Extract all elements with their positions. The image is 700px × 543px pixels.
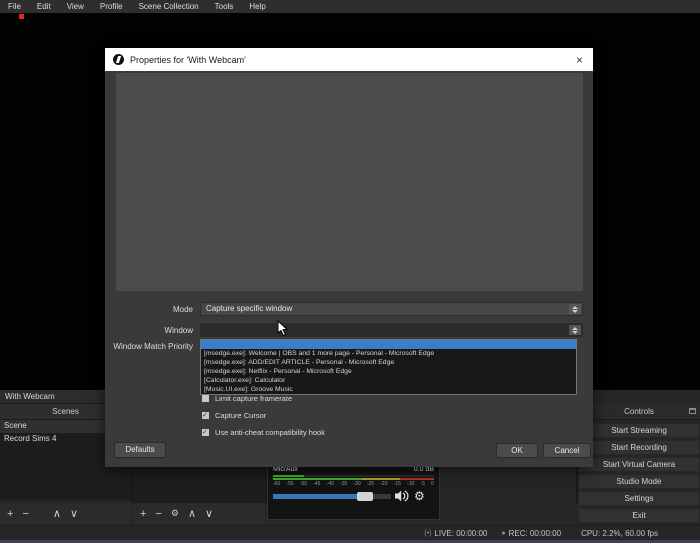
meter-yellow	[362, 478, 401, 480]
rec-dot-icon: ●	[501, 530, 505, 537]
add-scene-icon[interactable]: +	[7, 508, 13, 520]
window-option[interactable]: [msedge.exe]: Netflix - Personal - Micro…	[201, 367, 576, 376]
dock-options-icon[interactable]	[689, 408, 696, 414]
speaker-icon[interactable]	[395, 490, 409, 502]
meter-tick-labels: -60-55 -50-45 -40-35 -30-25 -20-15 -10-5…	[273, 481, 434, 487]
move-scene-down-icon[interactable]: ∨	[70, 507, 78, 520]
move-source-up-icon[interactable]: ∧	[188, 507, 196, 520]
anti-cheat-label: Use anti-cheat compatibility hook	[215, 428, 325, 437]
dialog-title-bar[interactable]: Properties for 'With Webcam' ×	[105, 48, 593, 71]
meter-red	[400, 478, 434, 480]
mixer-level-db: 0.0 dB	[414, 466, 434, 473]
scenes-toolbar: + − ∧ ∨	[0, 503, 131, 524]
menu-profile[interactable]: Profile	[92, 2, 131, 11]
volume-meter-scale	[273, 478, 434, 480]
menu-scene-collection[interactable]: Scene Collection	[131, 2, 207, 11]
mouse-cursor	[277, 320, 289, 337]
status-bar: (•) LIVE: 00:00:00 ● REC: 00:00:00 CPU: …	[0, 525, 700, 540]
cancel-button[interactable]: Cancel	[543, 443, 591, 458]
spinner-arrows-icon[interactable]	[569, 325, 581, 335]
start-streaming-button[interactable]: Start Streaming	[578, 423, 700, 438]
obs-main-window: File Edit View Profile Scene Collection …	[0, 0, 700, 543]
meter-green	[273, 478, 362, 480]
controls-dock-header: Controls	[578, 404, 700, 420]
menu-bar: File Edit View Profile Scene Collection …	[0, 0, 700, 13]
menu-help[interactable]: Help	[241, 2, 273, 11]
mode-value: Capture specific window	[206, 304, 292, 313]
live-timer: LIVE: 00:00:00	[434, 529, 487, 538]
window-label: Window	[105, 326, 193, 335]
start-virtual-camera-button[interactable]: Start Virtual Camera	[578, 457, 700, 472]
anti-cheat-checkbox[interactable]	[202, 429, 209, 436]
capture-cursor-checkbox[interactable]	[202, 412, 209, 419]
add-source-icon[interactable]: +	[140, 508, 146, 520]
properties-dialog: Properties for 'With Webcam' × Mode Capt…	[105, 48, 593, 467]
menu-edit[interactable]: Edit	[29, 2, 59, 11]
window-match-priority-label: Window Match Priority	[105, 342, 193, 351]
window-option[interactable]	[201, 340, 576, 349]
menu-view[interactable]: View	[59, 2, 92, 11]
volume-slider-fill	[273, 494, 361, 499]
volume-slider-row: ⚙	[273, 490, 434, 502]
exit-button[interactable]: Exit	[578, 508, 700, 523]
ok-button[interactable]: OK	[496, 443, 538, 458]
mixer-settings-gear-icon[interactable]: ⚙	[414, 491, 425, 501]
remove-source-icon[interactable]: −	[155, 508, 161, 520]
sources-list	[133, 467, 265, 503]
spinner-arrows-icon[interactable]	[569, 304, 581, 314]
anti-cheat-checkbox-row: Use anti-cheat compatibility hook	[202, 427, 325, 437]
volume-slider[interactable]	[273, 494, 391, 499]
window-dropdown-list: [msedge.exe]: Welcome | OBS and 1 more p…	[200, 339, 577, 395]
capture-preview-area	[116, 73, 583, 291]
window-option[interactable]: [Music.UI.exe]: Groove Music	[201, 385, 576, 394]
controls-header-label: Controls	[624, 407, 654, 416]
audio-mixer-mic-aux: Mic/Aux 0.0 dB -60-55 -50-45 -40-35 -30-…	[267, 462, 440, 520]
close-icon[interactable]: ×	[574, 53, 585, 67]
studio-mode-button[interactable]: Studio Mode	[578, 474, 700, 489]
meter-fill	[273, 475, 304, 477]
window-option[interactable]: [Calculator.exe]: Calculator	[201, 376, 576, 385]
mode-label: Mode	[105, 305, 193, 314]
volume-slider-handle[interactable]	[357, 492, 373, 501]
sources-toolbar: + − ⚙ ∧ ∨	[133, 503, 265, 524]
mode-select[interactable]: Capture specific window	[200, 302, 583, 316]
volume-meter-top	[273, 475, 434, 477]
defaults-button[interactable]: Defaults	[114, 442, 166, 458]
move-scene-up-icon[interactable]: ∧	[53, 507, 61, 520]
start-recording-button[interactable]: Start Recording	[578, 440, 700, 455]
obs-logo-icon	[113, 54, 124, 65]
capture-cursor-checkbox-row: Capture Cursor	[202, 410, 266, 420]
mixer-source-name: Mic/Aux	[273, 466, 298, 473]
mixer-header: Mic/Aux 0.0 dB	[273, 466, 434, 473]
source-properties-gear-icon[interactable]: ⚙	[171, 508, 179, 519]
move-source-down-icon[interactable]: ∨	[205, 507, 213, 520]
dialog-title: Properties for 'With Webcam'	[130, 55, 574, 65]
rec-timer: REC: 00:00:00	[509, 529, 561, 538]
window-option[interactable]: [msedge.exe]: ADD/EDIT ARTICLE - Persona…	[201, 358, 576, 367]
controls-dock: Controls Start Streaming Start Recording…	[578, 404, 700, 525]
window-option[interactable]: [msedge.exe]: Welcome | OBS and 1 more p…	[201, 349, 576, 358]
recording-indicator-dot	[19, 14, 24, 19]
menu-tools[interactable]: Tools	[207, 2, 242, 11]
menu-file[interactable]: File	[0, 2, 29, 11]
capture-cursor-label: Capture Cursor	[215, 411, 266, 420]
remove-scene-icon[interactable]: −	[22, 508, 28, 520]
window-select[interactable]	[200, 323, 583, 337]
cpu-fps-stats: CPU: 2.2%, 60.00 fps	[581, 529, 658, 538]
live-broadcast-icon: (•)	[424, 530, 431, 537]
settings-button[interactable]: Settings	[578, 491, 700, 506]
limit-framerate-checkbox[interactable]	[202, 395, 209, 402]
